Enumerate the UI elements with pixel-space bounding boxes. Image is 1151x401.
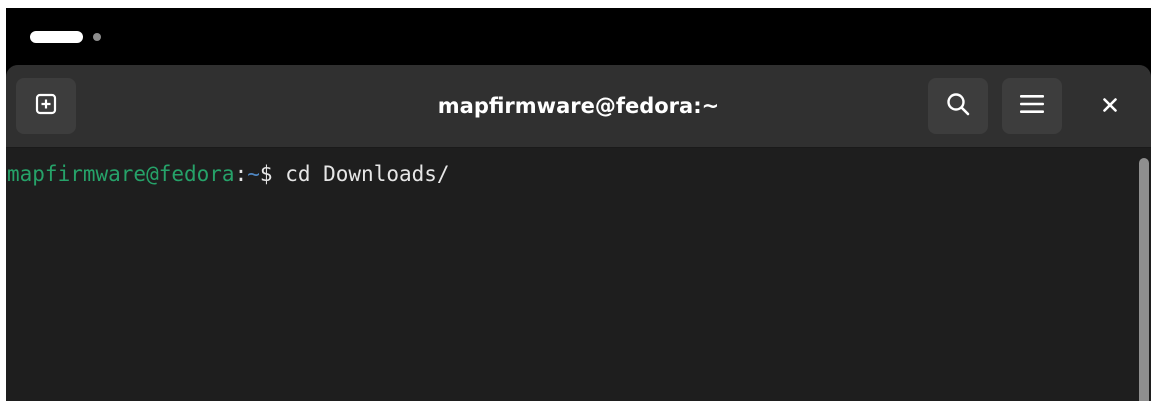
new-tab-button[interactable] <box>16 78 76 134</box>
scrollbar-thumb[interactable] <box>1139 158 1149 401</box>
terminal-window: mapfirmware@fedora:~ mapfirmware@fedora:… <box>6 65 1151 401</box>
prompt-separator: : <box>234 162 248 186</box>
prompt-user-host: mapfirmware@fedora <box>7 162 235 186</box>
prompt-path: ~ <box>247 162 260 186</box>
headerbar: mapfirmware@fedora:~ <box>6 65 1151 148</box>
hamburger-menu-icon <box>1019 93 1045 119</box>
workspace-dot[interactable] <box>93 33 101 41</box>
prompt-symbol: $ <box>259 162 273 186</box>
search-button[interactable] <box>928 78 988 134</box>
screen: mapfirmware@fedora:~ mapfirmware@fedora:… <box>6 8 1151 401</box>
gnome-top-bar <box>6 8 1151 65</box>
search-icon <box>945 91 971 121</box>
close-icon <box>1103 97 1117 116</box>
close-button[interactable] <box>1090 86 1130 126</box>
scrollbar[interactable] <box>1136 148 1151 401</box>
command-line: mapfirmware@fedora:~$ cd Downloads/ <box>7 162 450 186</box>
main-menu-button[interactable] <box>1002 78 1062 134</box>
terminal-output[interactable]: mapfirmware@fedora:~$ cd Downloads/ <box>6 148 1136 401</box>
new-tab-icon <box>34 92 58 120</box>
typed-command: cd Downloads/ <box>272 162 450 186</box>
active-workspace-indicator[interactable] <box>30 31 83 43</box>
